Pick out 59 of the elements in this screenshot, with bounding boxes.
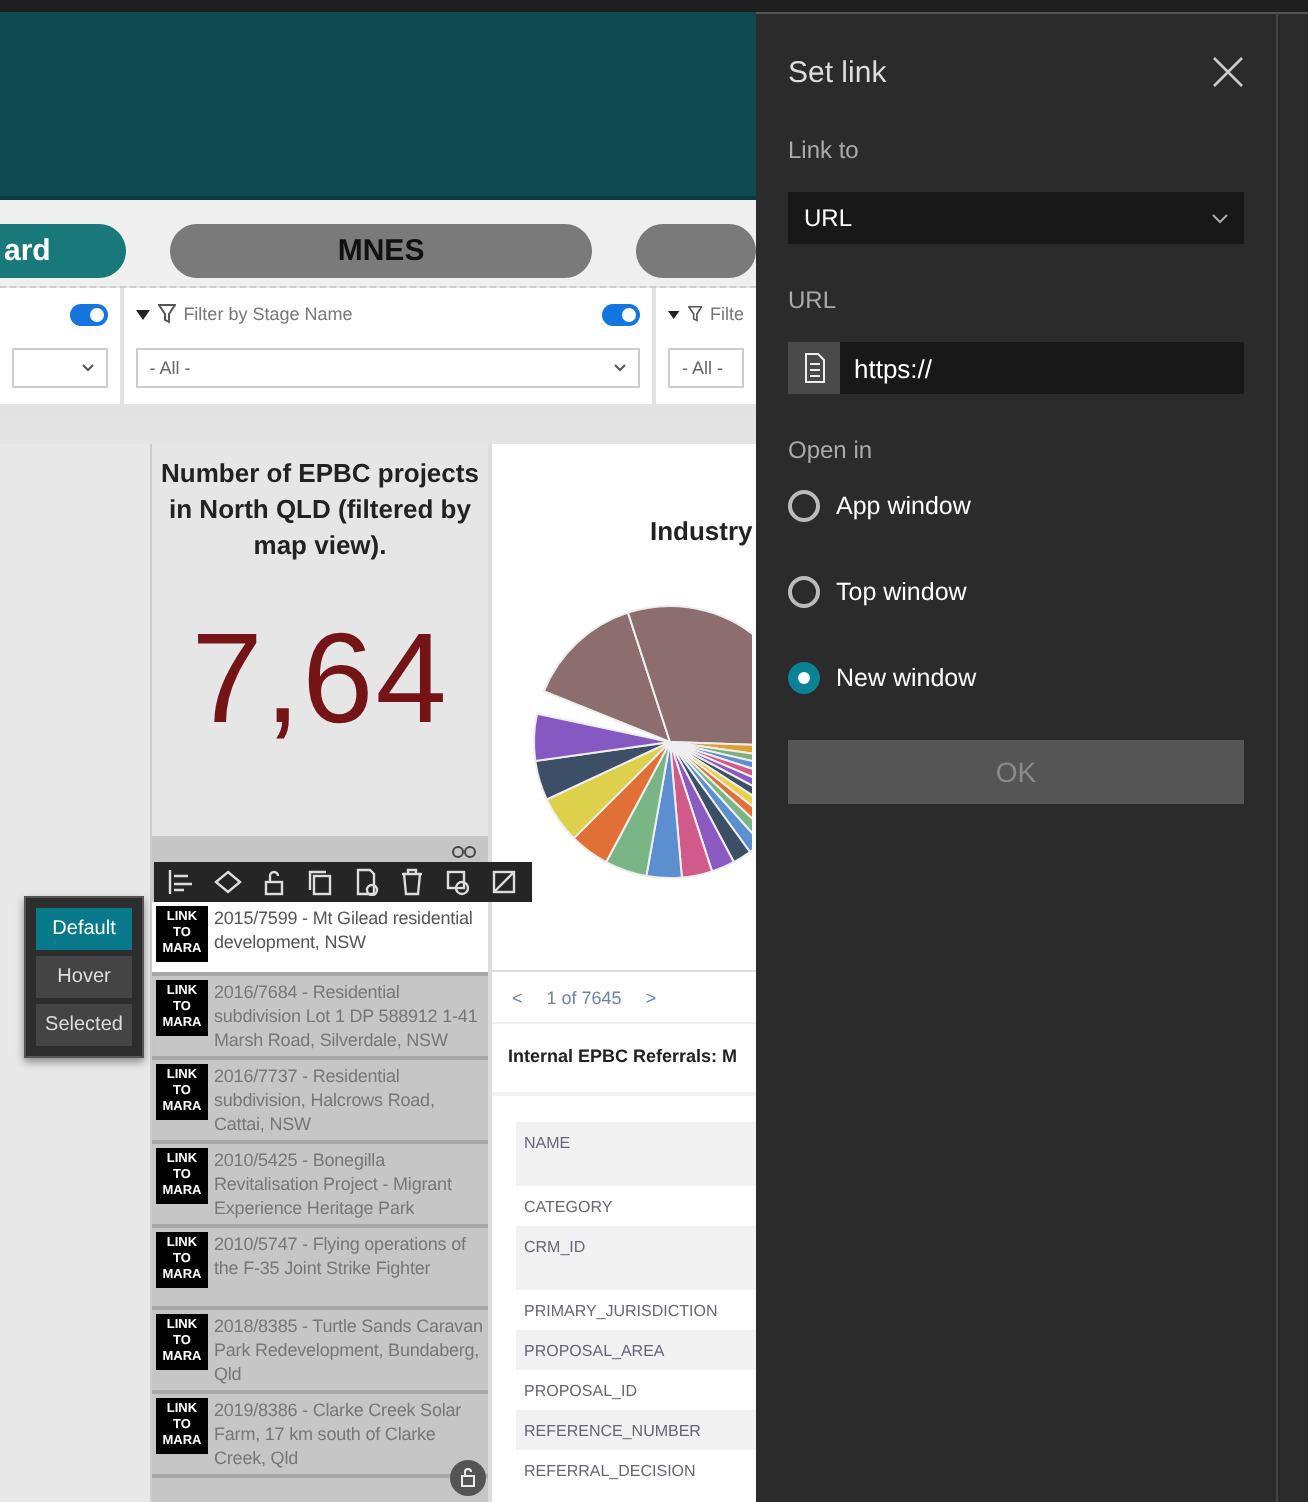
close-icon[interactable] <box>1212 56 1244 88</box>
next-link[interactable]: > <box>645 987 657 1007</box>
item-text: 2016/7684 - Residential subdivision Lot 1 DP 588912 1-41 Marsh Road, Silverdale, NSW <box>214 980 480 1052</box>
align-icon[interactable] <box>165 868 198 896</box>
tab-button[interactable] <box>636 224 756 278</box>
field-label: CATEGORY <box>522 1196 615 1220</box>
radio-option[interactable]: New window <box>788 652 1244 704</box>
state-option[interactable]: Default <box>36 908 132 950</box>
field-label: PRIMARY_JURISDICTION <box>522 1300 720 1324</box>
card-title: Number of EPBC projects in North QLD (filtered by map view). <box>160 456 480 564</box>
filter-label: Filte <box>709 304 744 324</box>
field-label: Link to <box>788 136 861 164</box>
state-option[interactable]: Hover <box>36 956 132 998</box>
caret-icon[interactable] <box>135 309 150 319</box>
radio-option[interactable]: Top window <box>788 566 1244 618</box>
duplicate-icon[interactable] <box>442 868 475 896</box>
filter-icon <box>687 304 702 324</box>
state-option[interactable]: Selected <box>36 1004 132 1046</box>
field-label: REFERENCE_NUMBER <box>516 1410 756 1450</box>
field-label: NAME <box>516 1122 756 1186</box>
caret-icon[interactable] <box>668 309 680 319</box>
radio-button[interactable] <box>788 576 820 608</box>
page-counter: 1 of 7645 <box>546 987 622 1007</box>
panel-title: Set link <box>788 55 887 89</box>
field-label: URL <box>788 286 839 314</box>
toggle-switch[interactable] <box>69 303 108 325</box>
toggle-switch[interactable] <box>602 303 640 325</box>
chart-title: Industry <box>650 516 755 546</box>
filter-dropdown[interactable]: - All - <box>135 348 640 388</box>
copy-icon[interactable] <box>303 868 336 896</box>
crop-icon[interactable] <box>488 868 521 896</box>
layers-icon[interactable] <box>211 868 244 896</box>
item-text: 2010/5747 - Flying operations of the F-35 Joint Strike Fighter <box>214 1232 468 1282</box>
field-label: Open in <box>788 436 875 464</box>
radio-button[interactable] <box>788 662 820 694</box>
link-type-dropdown[interactable]: URL <box>788 192 1244 244</box>
filter-label: Filter by Stage Name <box>183 304 355 324</box>
previous-link[interactable]: < <box>512 987 523 1007</box>
filter-dropdown[interactable]: - All - <box>668 348 744 388</box>
radio-button[interactable] <box>788 490 820 522</box>
filter-icon <box>157 304 176 324</box>
item-text: 2015/7599 - Mt Gilead residential development, NSW <box>214 906 475 956</box>
tab-button[interactable]: MNES <box>170 224 592 278</box>
link-icon[interactable] <box>452 844 476 860</box>
chevron-icon <box>614 364 626 372</box>
item-text: 2019/8386 - Clarke Creek Solar Farm, 17 km south of Clarke Creek, Qld <box>214 1398 464 1470</box>
count-value: 7,64 <box>191 604 449 752</box>
field-label: PROPOSAL_ID <box>522 1380 639 1404</box>
chevron-icon <box>1212 213 1228 223</box>
tab-button[interactable]: ard <box>0 224 127 278</box>
lock-button-icon[interactable] <box>450 1460 486 1496</box>
field-label: CRM_ID <box>516 1226 756 1290</box>
radio-option[interactable]: App window <box>788 480 1244 532</box>
field-label: PROPOSAL_AREA <box>516 1330 756 1370</box>
item-text: 2016/7737 - Residential subdivision, Halcrows Road, Cattai, NSW <box>214 1064 437 1136</box>
item-text: 2018/8385 - Turtle Sands Caravan Park Redevelopment, Bundaberg, Qld <box>214 1314 484 1386</box>
field-label: REFERRAL_DECISION <box>522 1460 698 1484</box>
chevron-icon <box>81 364 94 372</box>
item-text: 2010/5425 - Bonegilla Revitalisation Project - Migrant Experience Heritage Park <box>214 1148 454 1220</box>
